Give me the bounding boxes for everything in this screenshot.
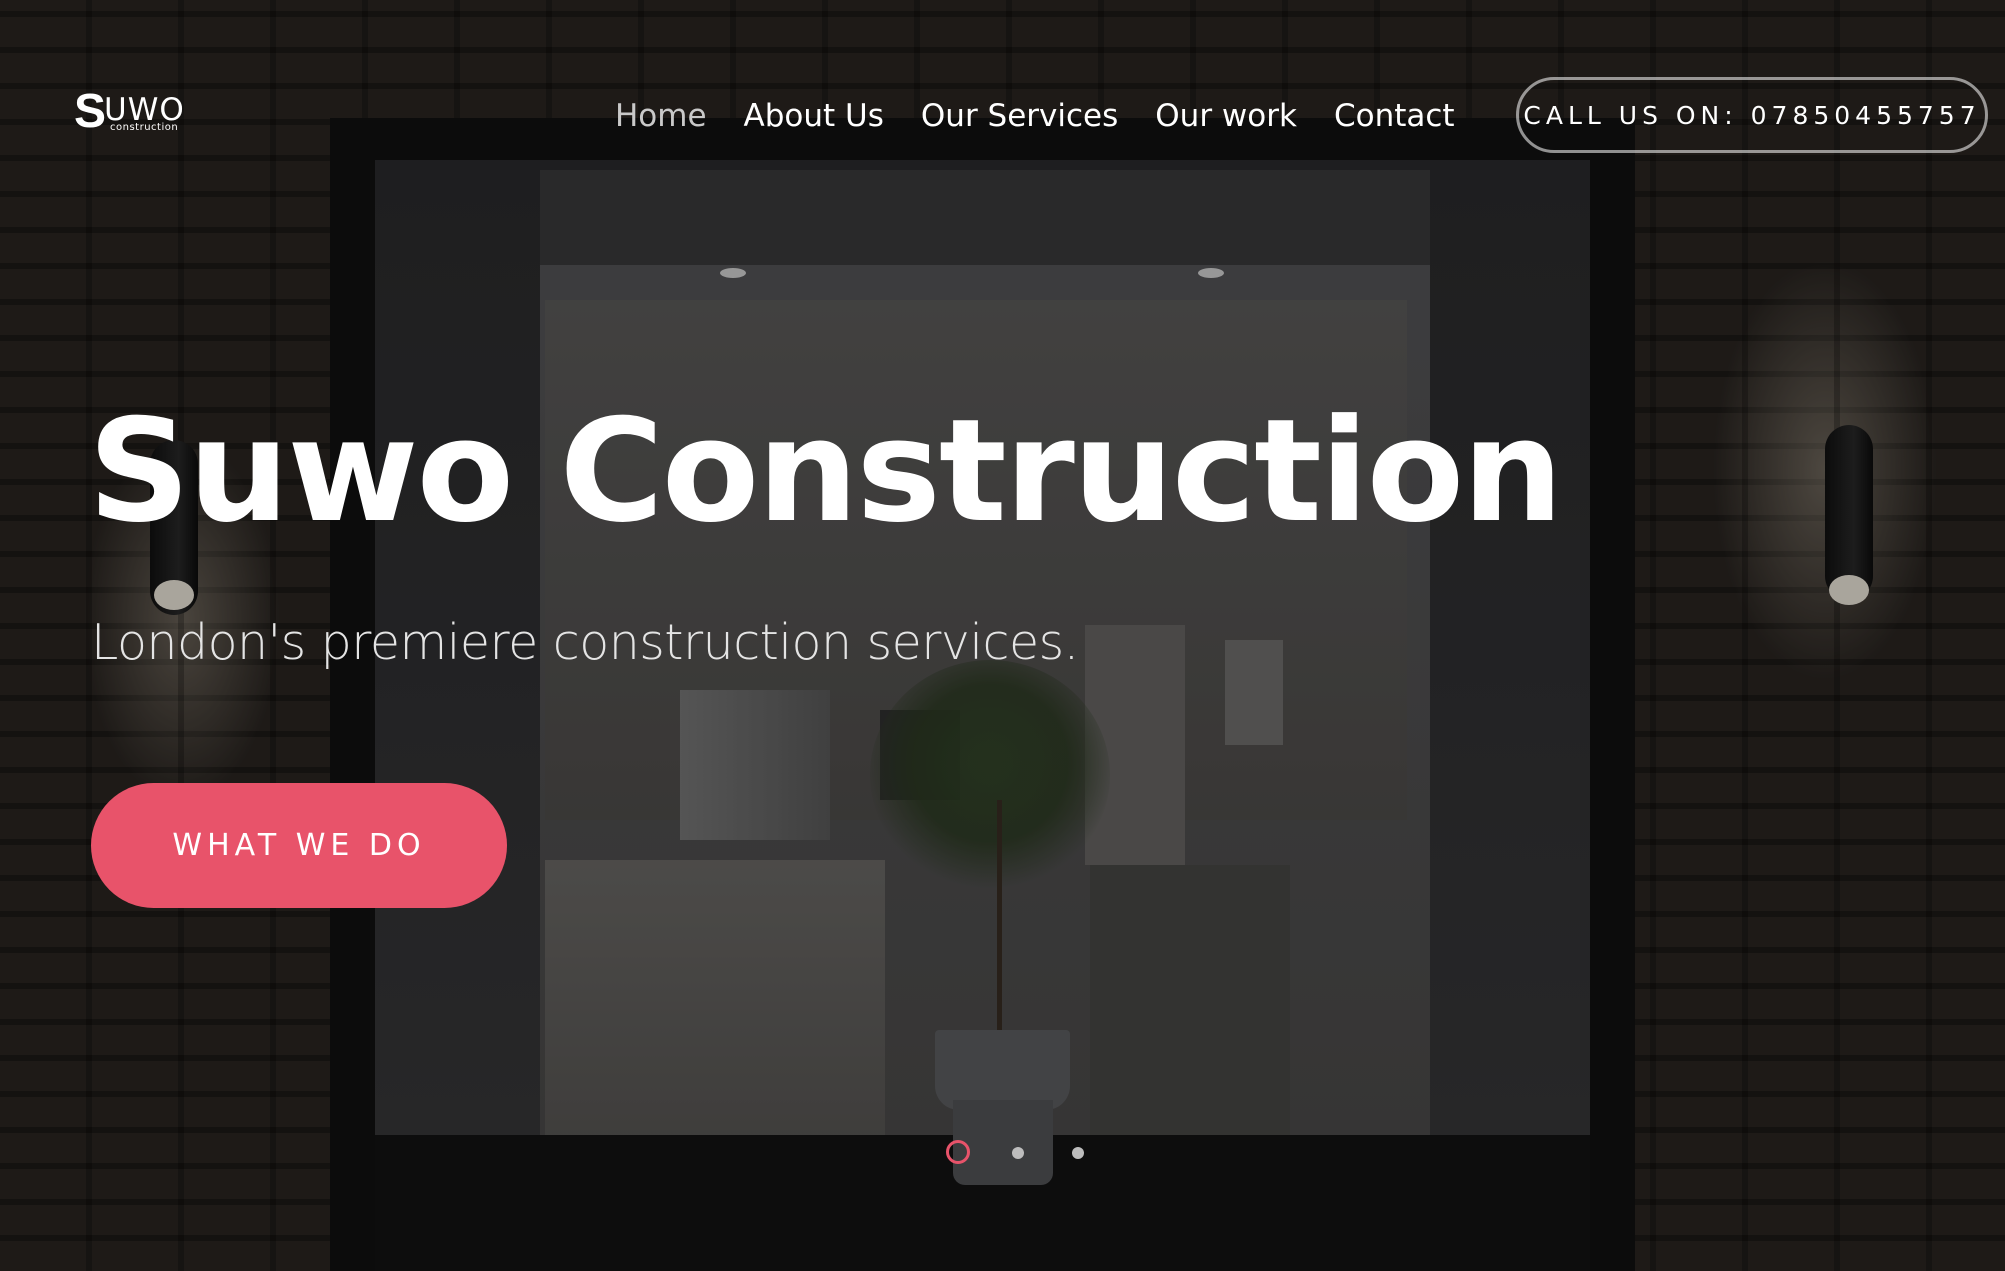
slider-dot-1[interactable] (946, 1140, 970, 1164)
nav-item-home[interactable]: Home (615, 96, 707, 136)
nav-item-contact[interactable]: Contact (1334, 96, 1455, 136)
hero-title: Suwo Construction (88, 389, 1563, 554)
logo-subtext: construction (110, 122, 179, 133)
main-nav: Home About Us Our Services Our work Cont… (615, 96, 1492, 136)
nav-item-about-us[interactable]: About Us (744, 96, 884, 136)
nav-item-our-work[interactable]: Our work (1155, 96, 1297, 136)
slider-dot-2[interactable] (1012, 1147, 1024, 1159)
slider-dot-3[interactable] (1072, 1147, 1084, 1159)
hero-slider: S UWO construction Home About Us Our Ser… (0, 0, 2005, 1271)
hero-subtitle: London's premiere construction services. (91, 614, 1079, 671)
call-us-button[interactable]: CALL US ON: 07850455757 (1516, 77, 1988, 153)
logo-initial: S (74, 85, 107, 138)
nav-item-our-services[interactable]: Our Services (921, 96, 1118, 136)
site-logo[interactable]: S UWO construction (74, 85, 204, 140)
slider-dots (946, 1140, 1086, 1164)
what-we-do-button[interactable]: WHAT WE DO (91, 783, 507, 908)
